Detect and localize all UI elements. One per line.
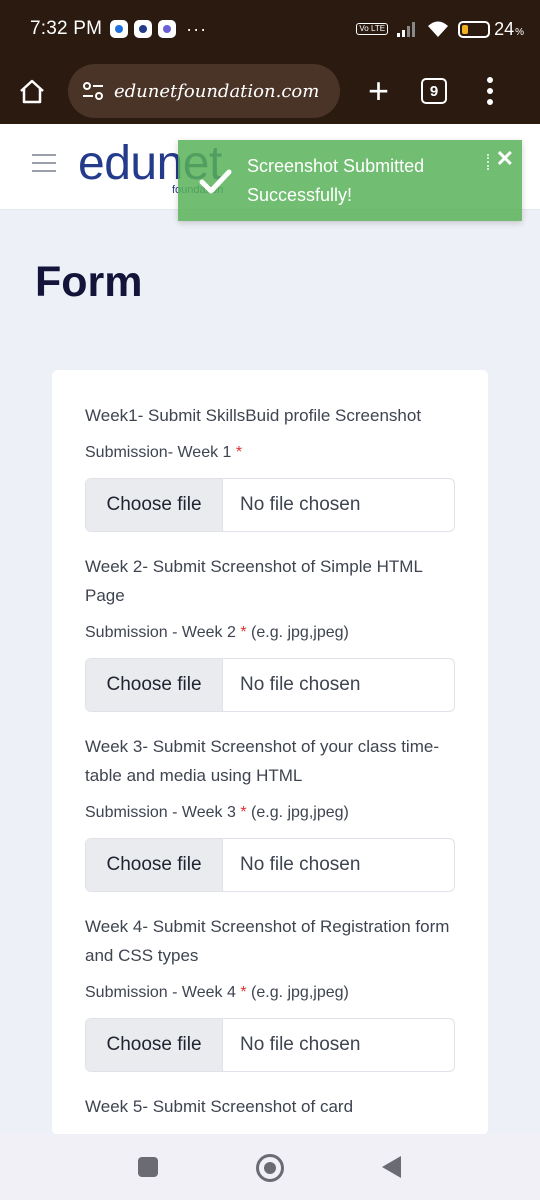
system-nav-bar [0, 1134, 540, 1200]
file-input-week-2[interactable]: Choose file No file chosen [85, 658, 455, 712]
section-description: Week 4- Submit Screenshot of Registratio… [85, 917, 450, 965]
form-card: Week1- Submit SkillsBuid profile Screens… [52, 370, 488, 1135]
form-section: Week 4- Submit Screenshot of Registratio… [85, 912, 455, 1072]
back-icon[interactable] [382, 1156, 401, 1178]
choose-file-button[interactable]: Choose file [86, 659, 223, 711]
file-status: No file chosen [240, 1034, 361, 1055]
required-marker: * [240, 984, 247, 1001]
browser-toolbar: edunetfoundation.com + 9 [0, 58, 540, 124]
wifi-icon [428, 21, 449, 37]
required-marker: * [240, 804, 247, 821]
file-input-week-1[interactable]: Choose file No file chosen [85, 478, 455, 532]
recents-icon[interactable] [138, 1157, 158, 1177]
field-label: Submission- Week 1 * [85, 444, 243, 461]
signal-icon [397, 22, 416, 37]
form-section: Week 5- Submit Screenshot of card [85, 1092, 455, 1121]
section-description: Week 5- Submit Screenshot of card [85, 1097, 354, 1116]
file-input-week-3[interactable]: Choose file No file chosen [85, 838, 455, 892]
page-title: Form [35, 258, 143, 306]
field-hint: (e.g. jpg,jpeg) [251, 804, 349, 821]
form-section: Week 3- Submit Screenshot of your class … [85, 732, 455, 892]
battery-indicator: 24 % [458, 19, 524, 40]
status-bar: 7:32 PM ··· Vo LTE 24 % [0, 0, 540, 58]
file-status: No file chosen [240, 854, 361, 875]
notification-app-icon [134, 20, 153, 38]
choose-file-button[interactable]: Choose file [86, 479, 223, 531]
section-description: Week 3- Submit Screenshot of your class … [85, 737, 439, 785]
required-marker: * [235, 444, 243, 461]
form-section: Week1- Submit SkillsBuid profile Screens… [85, 401, 455, 532]
success-toast: Screenshot Submitted Successfully! ✕ [178, 140, 522, 221]
status-time: 7:32 PM [30, 18, 103, 39]
notification-app-icon [110, 20, 129, 38]
field-label: Submission - Week 4 * (e.g. jpg,jpeg) [85, 984, 349, 1001]
file-input-week-4[interactable]: Choose file No file chosen [85, 1018, 455, 1072]
site-settings-icon[interactable] [82, 82, 104, 100]
file-status: No file chosen [240, 674, 361, 695]
section-description: Week 2- Submit Screenshot of Simple HTML… [85, 557, 423, 605]
field-label: Submission - Week 2 * (e.g. jpg,jpeg) [85, 624, 349, 641]
field-hint: (e.g. jpg,jpeg) [251, 624, 349, 641]
volte-icon: Vo LTE [356, 23, 389, 35]
field-label: Submission - Week 3 * (e.g. jpg,jpeg) [85, 804, 349, 821]
home-button-icon[interactable] [256, 1154, 284, 1182]
form-section: Week 2- Submit Screenshot of Simple HTML… [85, 552, 455, 712]
close-icon[interactable]: ✕ [496, 148, 514, 170]
battery-icon [458, 20, 491, 38]
file-status: No file chosen [240, 494, 361, 515]
home-icon[interactable] [18, 78, 46, 104]
tabs-button[interactable]: 9 [421, 78, 448, 104]
toast-message-line1: Screenshot Submitted [247, 156, 425, 176]
url-text: edunetfoundation.com [114, 80, 320, 102]
more-menu-icon[interactable] [487, 77, 494, 105]
address-bar[interactable]: edunetfoundation.com [68, 64, 340, 118]
field-hint: (e.g. jpg,jpeg) [251, 984, 349, 1001]
choose-file-button[interactable]: Choose file [86, 839, 223, 891]
hamburger-menu-icon[interactable] [32, 154, 56, 178]
section-description: Week1- Submit SkillsBuid profile Screens… [85, 406, 422, 425]
more-notifications-icon: ··· [186, 18, 208, 39]
new-tab-icon[interactable]: + [368, 73, 389, 109]
battery-percent: 24 [494, 18, 515, 39]
notification-icons [110, 20, 177, 38]
toast-message-line2: Successfully! [247, 185, 353, 205]
notification-app-icon [158, 20, 177, 38]
choose-file-button[interactable]: Choose file [86, 1019, 223, 1071]
drag-handle-icon [487, 154, 490, 170]
checkmark-icon [199, 169, 232, 194]
required-marker: * [240, 624, 247, 641]
